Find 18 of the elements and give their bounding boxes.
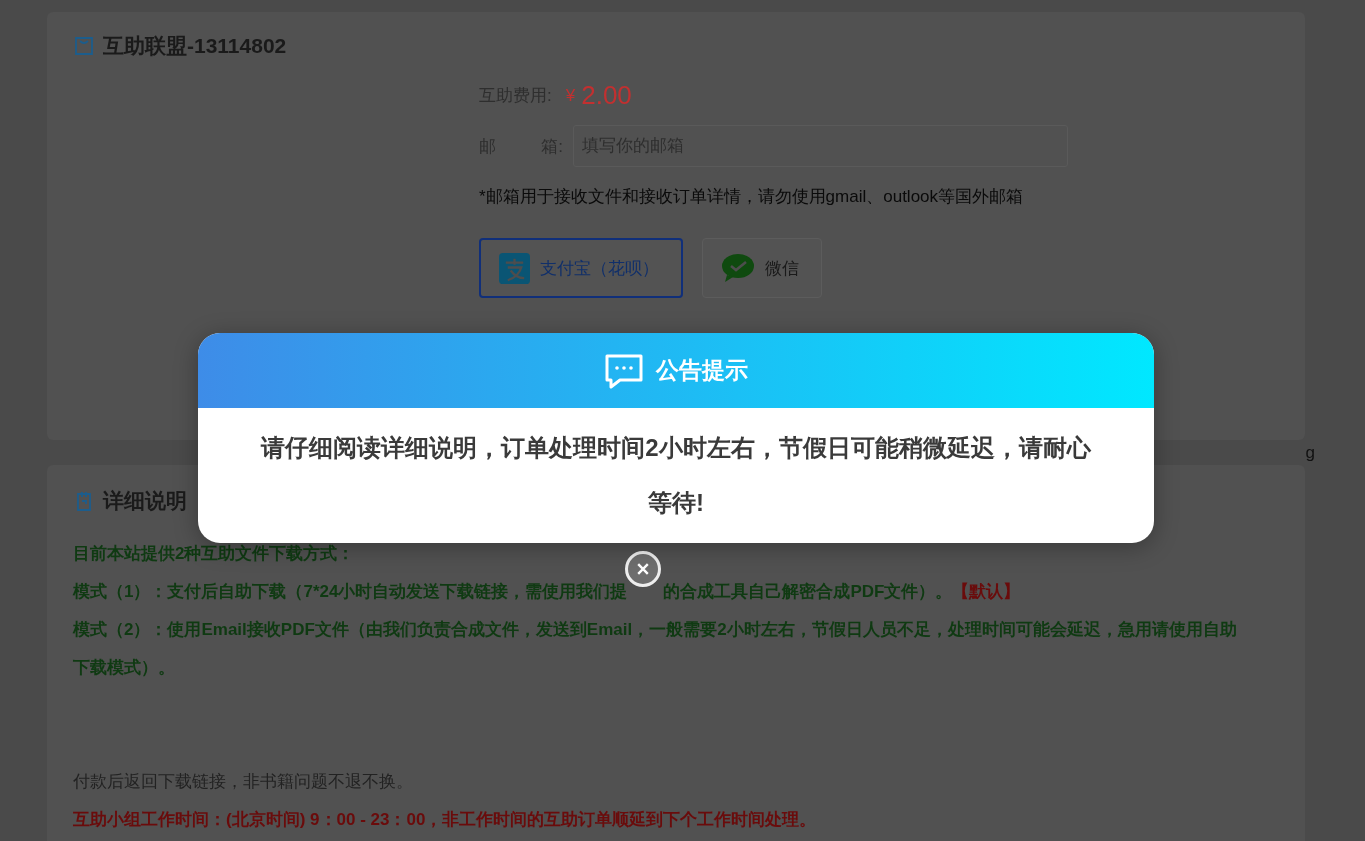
dialog-message: 请仔细阅读详细说明，订单处理时间2小时左右，节假日可能稍微延迟，请耐心等待! xyxy=(259,433,1092,518)
currency-sign: ¥ xyxy=(565,85,576,106)
dialog-title: 公告提示 xyxy=(656,356,748,385)
info-text: 的合成工具自己解密合成PDF文件）。【默认】 xyxy=(663,581,1021,603)
payment-button[interactable]: 微信 xyxy=(702,238,822,298)
email-note: *邮箱用于接收文件和接收订单详情，请勿使用gmail、outlook等国外邮箱 xyxy=(479,186,1025,208)
price-text: 2.00 xyxy=(581,80,632,111)
info-text: 模式（2）：使用Email接收PDF文件（由我们负责合成文件，发送到Email，一般需要2小时左右，节假日人员不足，处理时间可能会延迟，急用请使用自助下载模式）。 xyxy=(73,619,1237,679)
info-text: 模式（1）：支付后自助下载（7*24小时自动发送下载链接，需使用我们提 xyxy=(73,581,628,603)
stray-text: g xyxy=(1305,442,1315,464)
close-button[interactable] xyxy=(625,551,662,587)
info-text: 互助小组工作时间：(北京时间) 9：00 - 23：00，非工作时间的互助订单顺延到下个工作时间处理。 xyxy=(73,809,817,831)
alipay-icon xyxy=(499,252,530,284)
message-icon xyxy=(604,352,644,389)
payment-button[interactable]: 支付宝（花呗） xyxy=(479,238,683,298)
chat-bubble-icon xyxy=(721,253,755,283)
bag-icon xyxy=(73,35,95,57)
info-text: 目前本站提供2种互助文件下载方式： xyxy=(73,543,355,565)
